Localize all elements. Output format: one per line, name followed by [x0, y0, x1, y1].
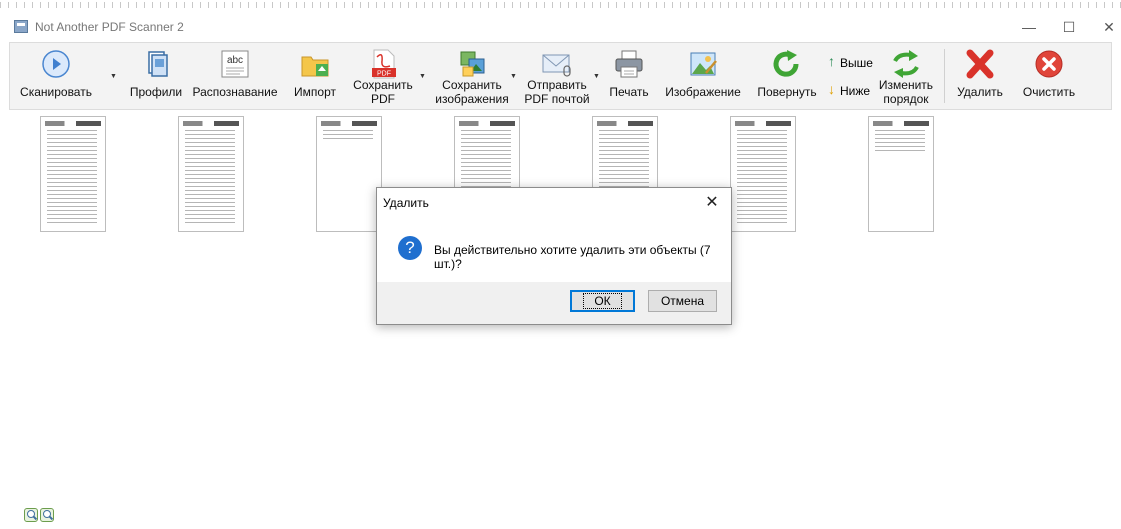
arrow-down-icon: ↓: [828, 81, 835, 97]
dialog-message: Вы действительно хотите удалить эти объе…: [434, 243, 711, 271]
delete-x-icon: [966, 49, 994, 79]
import-label: Импорт: [294, 85, 336, 99]
cancel-button[interactable]: Отмена: [648, 290, 717, 312]
page-thumbnail[interactable]: [316, 116, 382, 232]
dialog-close-button[interactable]: ✕: [699, 190, 725, 216]
image-label: Изображение: [665, 85, 741, 99]
dialog-title: Удалить: [383, 196, 429, 210]
scan-button[interactable]: Сканировать: [10, 43, 102, 109]
rotate-button[interactable]: Повернуть: [754, 43, 820, 109]
save-images-label-1: Сохранить: [442, 78, 502, 92]
profiles-icon: [148, 51, 168, 77]
delete-button[interactable]: Удалить: [950, 43, 1010, 109]
reorder-icon: [893, 50, 919, 78]
toolbar-separator: [944, 49, 945, 103]
title-bar: Not Another PDF Scanner 2 — ☐ ✕: [0, 12, 1121, 42]
rotate-icon: [773, 50, 799, 77]
toolbar: Сканировать ▼ Профили abc Распознавание …: [9, 42, 1112, 110]
save-pdf-dropdown-arrow[interactable]: ▼: [419, 73, 426, 80]
printer-icon: [615, 50, 643, 78]
arrow-up-icon: ↑: [828, 53, 835, 69]
reorder-label-1: Изменить: [878, 78, 934, 92]
profiles-label: Профили: [129, 85, 183, 99]
images-icon: [460, 51, 485, 77]
delete-label: Удалить: [957, 85, 1003, 99]
save-pdf-label-1: Сохранить: [353, 78, 413, 92]
save-images-label-2: изображения: [435, 92, 509, 106]
ruler-ticks: [0, 2, 1121, 8]
email-icon: [542, 54, 571, 77]
scan-icon: [42, 50, 70, 78]
pdf-icon: PDF: [372, 49, 396, 79]
delete-confirm-dialog: Удалить ✕ ? Вы действительно хотите удал…: [376, 187, 732, 325]
save-images-button[interactable]: Сохранить изображения: [430, 43, 514, 109]
clear-button[interactable]: Очистить: [1014, 43, 1084, 109]
ok-label: ОК: [583, 293, 622, 309]
zoom-out-icon[interactable]: [24, 508, 38, 522]
image-button[interactable]: Изображение: [660, 43, 746, 109]
ocr-icon-text: abc: [227, 55, 243, 66]
import-folder-icon: [301, 56, 329, 77]
zoom-in-icon[interactable]: [40, 508, 54, 522]
page-thumbnail[interactable]: [868, 116, 934, 232]
import-button[interactable]: Импорт: [288, 43, 342, 109]
scan-dropdown-arrow[interactable]: ▼: [110, 73, 117, 80]
scan-label: Сканировать: [20, 85, 92, 99]
page-thumbnail[interactable]: [178, 116, 244, 232]
email-pdf-button[interactable]: Отправить PDF почтой: [518, 43, 596, 109]
dialog-footer: ОК Отмена: [377, 282, 731, 324]
profiles-button[interactable]: Профили: [126, 43, 186, 109]
email-pdf-label-1: Отправить: [527, 78, 587, 92]
ocr-icon: abc: [221, 50, 249, 78]
ocr-label: Распознавание: [192, 85, 278, 99]
move-down-label: Ниже: [840, 84, 871, 98]
clear-label: Очистить: [1022, 85, 1076, 99]
reorder-label-2: порядок: [883, 92, 929, 106]
ok-button[interactable]: ОК: [570, 290, 635, 312]
page-thumbnail[interactable]: [40, 116, 106, 232]
move-up-label: Выше: [840, 56, 873, 70]
print-label: Печать: [609, 85, 649, 99]
move-down-button[interactable]: ↓ Ниже: [822, 75, 878, 105]
email-pdf-dropdown-arrow[interactable]: ▼: [593, 73, 600, 80]
save-images-dropdown-arrow[interactable]: ▼: [510, 73, 517, 80]
reorder-button[interactable]: Изменить порядок: [876, 43, 936, 109]
clear-icon: [1035, 50, 1063, 78]
close-window-button[interactable]: ✕: [1086, 12, 1121, 42]
image-icon: [690, 52, 717, 76]
rotate-label: Повернуть: [757, 85, 817, 99]
email-pdf-label-2: PDF почтой: [524, 92, 590, 106]
move-up-button[interactable]: ↑ Выше: [822, 43, 878, 73]
pdf-icon-text: PDF: [377, 71, 391, 78]
save-pdf-label-2: PDF: [371, 92, 395, 106]
question-icon: ?: [398, 236, 422, 260]
window-title: Not Another PDF Scanner 2: [35, 20, 184, 34]
page-thumbnail[interactable]: [730, 116, 796, 232]
ocr-button[interactable]: abc Распознавание: [190, 43, 280, 109]
save-pdf-button[interactable]: PDF Сохранить PDF: [350, 43, 416, 109]
app-icon: [14, 20, 28, 33]
print-button[interactable]: Печать: [602, 43, 656, 109]
